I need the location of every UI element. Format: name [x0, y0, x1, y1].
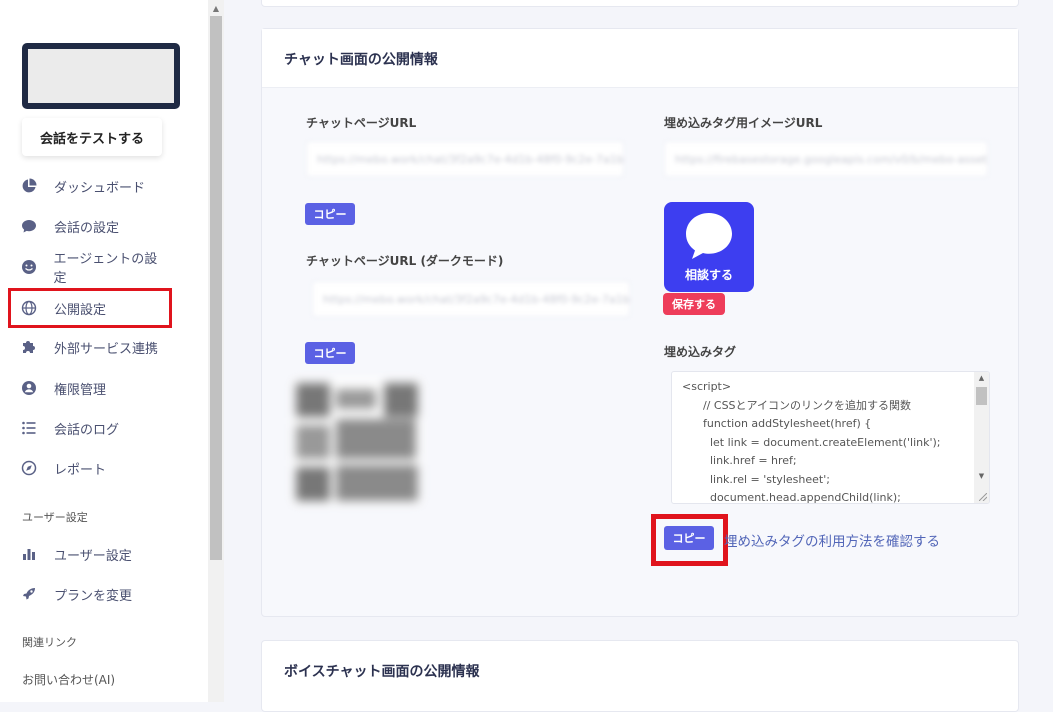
card-title: チャット画面の公開情報	[284, 52, 438, 68]
sidebar-item-label: 権限管理	[54, 382, 107, 398]
sidebar-item-label: 会話のログ	[54, 422, 120, 438]
sidebar-item-label: プランを変更	[54, 588, 133, 604]
embed-tag-help-link[interactable]: 埋め込みタグの利用方法を確認する	[724, 530, 940, 550]
speech-bubble-icon	[686, 213, 732, 259]
embed-code-scrollbar[interactable]: ▲ ▼	[974, 372, 989, 503]
sidebar-item-label: レポート	[54, 462, 107, 478]
card-header: チャット画面の公開情報	[262, 29, 1018, 88]
chat-page-url-label: チャットページURL	[306, 116, 417, 130]
rocket-icon	[20, 585, 38, 603]
related-links-section-label: 関連リンク	[22, 636, 77, 649]
sidebar-item-conversation-log[interactable]: 会話のログ	[12, 411, 167, 445]
sidebar-item-label: エージェントの設定	[53, 252, 158, 286]
chat-bubble-icon	[20, 217, 38, 235]
sidebar-item-report[interactable]: レポート	[12, 451, 167, 485]
test-conversation-button[interactable]: 会話をテストする	[22, 118, 162, 156]
chat-page-url-dark-field[interactable]: https://mebo.work/chat/3f2a9c7e-4d1b-48f…	[312, 281, 630, 317]
scrollbar-thumb[interactable]	[976, 387, 987, 405]
compass-icon	[20, 459, 38, 477]
sidebar-item-external-services[interactable]: 外部サービス連携	[12, 330, 167, 364]
scroll-down-arrow-icon[interactable]: ▼	[974, 472, 989, 480]
sidebar-item-user-settings[interactable]: ユーザー設定	[12, 537, 167, 571]
bar-chart-icon	[20, 545, 38, 563]
voice-card-title: ボイスチャット画面の公開情報	[284, 664, 480, 680]
resize-handle-icon[interactable]	[979, 493, 987, 501]
scroll-up-arrow-icon[interactable]: ▲	[974, 374, 989, 382]
sidebar-item-agent-settings[interactable]: エージェントの設定	[12, 250, 167, 286]
user-settings-section-label: ユーザー設定	[22, 511, 88, 524]
scroll-up-arrow-icon[interactable]: ▲	[208, 0, 224, 16]
list-icon	[20, 419, 38, 437]
qr-code-image	[292, 379, 422, 505]
voice-chat-publish-card: ボイスチャット画面の公開情報	[261, 640, 1019, 712]
globe-icon	[20, 299, 38, 317]
sidebar-item-conversation-settings[interactable]: 会話の設定	[12, 209, 167, 243]
chat-page-url-dark-label: チャットページURL (ダークモード)	[306, 254, 504, 268]
logo-placeholder	[22, 43, 180, 109]
sidebar-item-label: 会話の設定	[54, 220, 120, 236]
embed-image-url-field[interactable]: https://firebasestorage.googleapis.com/v…	[664, 141, 988, 177]
pie-chart-icon	[20, 177, 38, 195]
save-button[interactable]: 保存する	[663, 293, 725, 315]
sidebar: 会話をテストする ダッシュボード 会話の設定 エージェントの設定 公開設定 外部…	[0, 0, 208, 702]
sidebar-item-change-plan[interactable]: プランを変更	[12, 577, 167, 611]
chat-page-url-field[interactable]: https://mebo.work/chat/3f2a9c7e-4d1b-48f…	[306, 141, 624, 177]
user-circle-icon	[20, 379, 38, 397]
chat-icon-label: 相談する	[684, 268, 733, 282]
embed-image-url-label: 埋め込みタグ用イメージURL	[664, 116, 823, 130]
sidebar-item-label: 外部サービス連携	[54, 341, 159, 357]
embed-tag-textarea[interactable]: <script> // CSSとアイコンのリンクを追加する関数 function…	[671, 371, 990, 504]
scrollbar-thumb[interactable]	[210, 16, 222, 560]
chat-icon-preview[interactable]: 相談する	[664, 202, 754, 292]
copy-embed-tag-button[interactable]: コピー	[664, 526, 714, 550]
sidebar-item-label: ユーザー設定	[54, 548, 132, 564]
embed-tag-label: 埋め込みタグ	[664, 345, 737, 359]
copy-chat-url-dark-button[interactable]: コピー	[305, 342, 355, 364]
sidebar-item-label: 公開設定	[54, 302, 107, 318]
contact-ai-link[interactable]: お問い合わせ(AI)	[22, 671, 115, 688]
sidebar-item-publish-settings[interactable]: 公開設定	[8, 288, 172, 328]
copy-chat-url-button[interactable]: コピー	[305, 203, 355, 225]
sidebar-item-label: ダッシュボード	[54, 180, 146, 196]
smile-icon	[20, 258, 38, 276]
previous-card	[261, 0, 1019, 7]
chat-publish-card: チャット画面の公開情報 チャットページURL https://mebo.work…	[261, 28, 1019, 617]
sidebar-item-dashboard[interactable]: ダッシュボード	[12, 169, 167, 203]
embed-code-text: <script> // CSSとアイコンのリンクを追加する関数 function…	[682, 380, 941, 504]
puzzle-icon	[20, 338, 38, 356]
sidebar-item-permissions[interactable]: 権限管理	[12, 371, 167, 405]
page-scrollbar[interactable]: ▲	[208, 0, 224, 702]
